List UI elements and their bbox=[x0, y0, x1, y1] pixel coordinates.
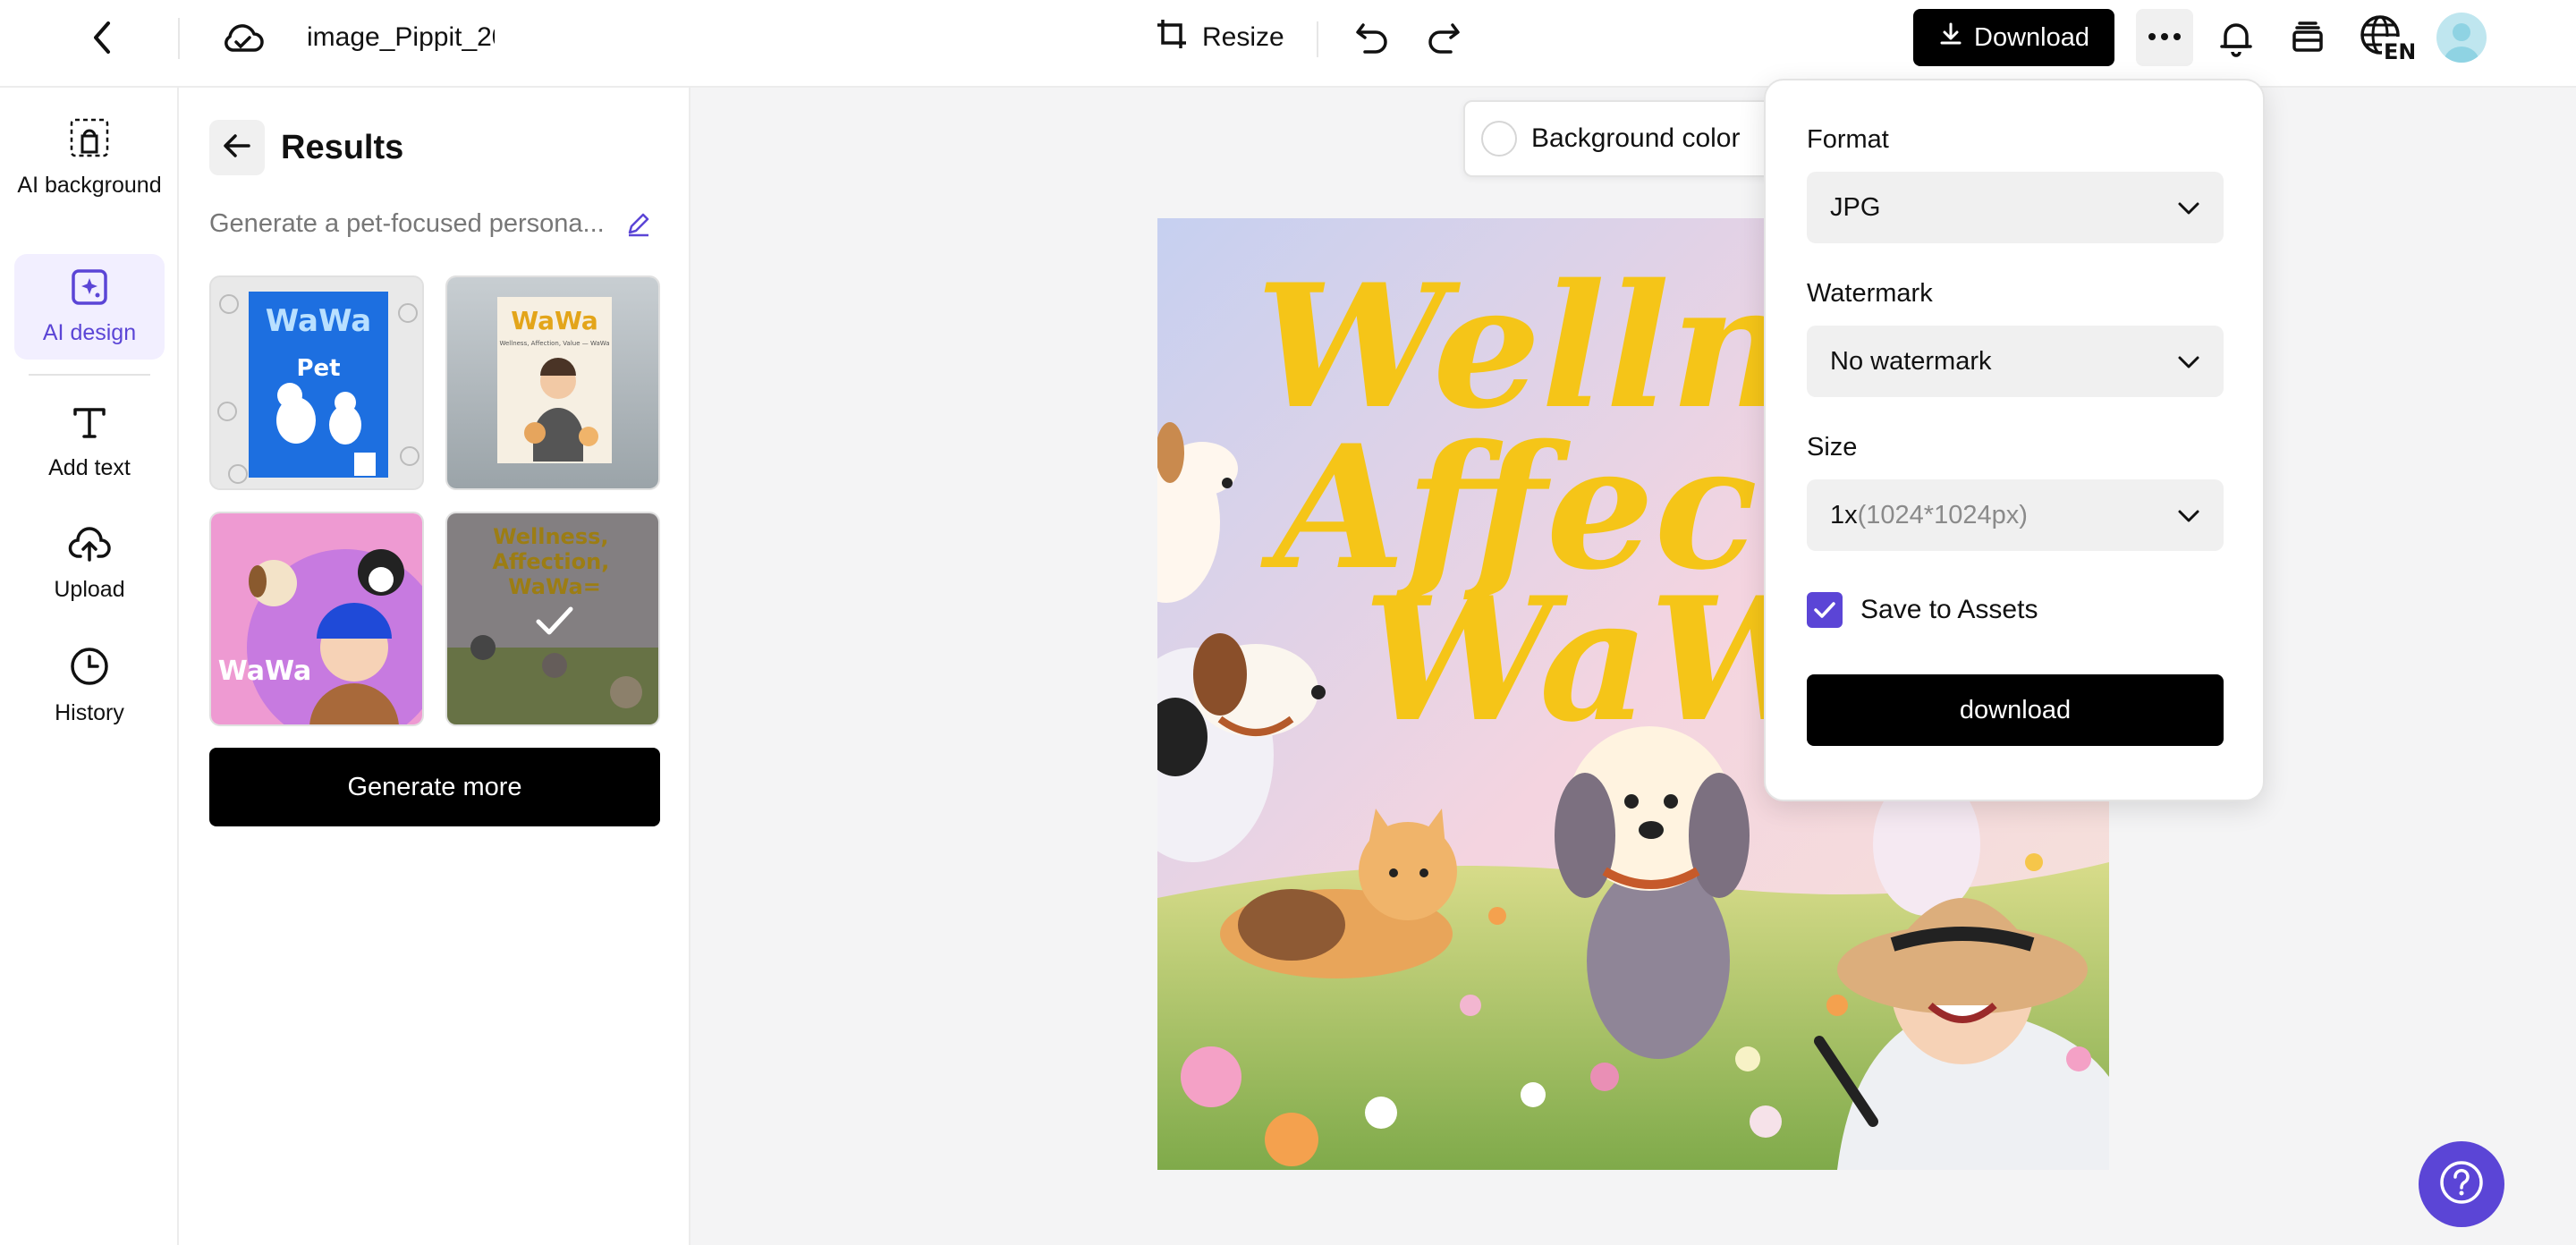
resize-button[interactable]: Resize bbox=[1154, 16, 1284, 59]
thumb-title: WaWa bbox=[218, 656, 312, 687]
results-title: Results bbox=[281, 129, 404, 166]
check-icon bbox=[533, 599, 576, 642]
result-thumbnail-selected[interactable]: Wellness, Affection, WaWa= bbox=[445, 512, 660, 726]
rail-item-add-text[interactable]: Add text bbox=[14, 402, 165, 482]
file-name[interactable]: image_Pippit_20 bbox=[307, 20, 495, 55]
generate-more-button[interactable]: Generate more bbox=[209, 748, 660, 826]
resize-label: Resize bbox=[1202, 22, 1284, 52]
size-detail: (1024*1024px) bbox=[1857, 500, 2028, 529]
rail-label: AI design bbox=[42, 319, 137, 345]
app-window: image_Pippit_20 Resize Download EN AI ba… bbox=[0, 0, 2576, 1245]
history-icon bbox=[69, 646, 110, 694]
rail-item-ai-background[interactable]: AI background bbox=[14, 116, 165, 199]
result-thumbnail[interactable]: WaWa bbox=[209, 512, 424, 726]
thumb-subtitle: Pet bbox=[296, 355, 340, 382]
layers-icon[interactable] bbox=[2286, 16, 2329, 59]
tool-rail: AI background AI design Add text Upload bbox=[0, 88, 179, 1245]
results-back-button[interactable] bbox=[209, 120, 265, 175]
download-label: Download bbox=[1974, 22, 2089, 52]
chevron-down-icon bbox=[2177, 193, 2200, 223]
format-select[interactable]: JPG bbox=[1807, 172, 2224, 243]
rail-item-upload[interactable]: Upload bbox=[14, 524, 165, 604]
size-select[interactable]: 1x(1024*1024px) bbox=[1807, 479, 2224, 551]
divider bbox=[178, 18, 180, 59]
thumb-title: WaWa bbox=[511, 306, 598, 335]
download-options-menu: Format JPG Watermark No watermark Size 1… bbox=[1764, 79, 2265, 801]
arrow-left-icon bbox=[222, 132, 252, 164]
top-bar: image_Pippit_20 Resize Download EN bbox=[0, 0, 2576, 88]
rail-label: Add text bbox=[48, 455, 131, 480]
ai-design-icon bbox=[70, 267, 109, 314]
more-icon bbox=[2147, 30, 2182, 46]
avatar[interactable] bbox=[2436, 13, 2487, 63]
background-color-label: Background color bbox=[1531, 123, 1741, 153]
back-icon[interactable] bbox=[82, 16, 122, 59]
thumb-subtitle: Wellness, Affection, Value — WaWa bbox=[499, 340, 609, 347]
rail-label: AI background bbox=[17, 173, 162, 198]
resize-icon bbox=[1154, 16, 1190, 59]
thumb-title: WaWa bbox=[266, 303, 371, 339]
size-label: Size bbox=[1807, 433, 1858, 462]
cloud-sync-icon[interactable] bbox=[218, 16, 267, 59]
watermark-value: No watermark bbox=[1830, 346, 1992, 376]
undo-icon[interactable] bbox=[1351, 16, 1394, 59]
save-to-assets-checkbox[interactable] bbox=[1807, 592, 1843, 628]
download-button[interactable]: Download bbox=[1913, 9, 2114, 66]
prompt-text: Generate a pet-focused persona... bbox=[209, 209, 603, 238]
upload-icon bbox=[68, 524, 111, 571]
ai-background-icon bbox=[68, 116, 111, 166]
rail-label: Upload bbox=[54, 577, 125, 602]
result-thumbnail[interactable]: WaWa Pet bbox=[209, 275, 424, 490]
language-code: EN bbox=[2384, 39, 2414, 62]
size-value: 1x bbox=[1830, 500, 1858, 529]
results-panel: Results Generate a pet-focused persona..… bbox=[179, 88, 691, 1245]
format-value: JPG bbox=[1830, 192, 1881, 222]
watermark-label: Watermark bbox=[1807, 279, 1933, 308]
help-icon bbox=[2438, 1159, 2485, 1210]
format-label: Format bbox=[1807, 125, 1889, 154]
bell-icon[interactable] bbox=[2215, 16, 2258, 59]
chevron-down-icon bbox=[2177, 347, 2200, 377]
save-to-assets-row[interactable]: Save to Assets bbox=[1807, 592, 2038, 628]
edit-prompt-icon[interactable] bbox=[623, 208, 655, 240]
help-button[interactable] bbox=[2419, 1141, 2504, 1227]
rail-divider bbox=[29, 374, 150, 376]
download-icon bbox=[1938, 21, 1963, 54]
size-value-group: 1x(1024*1024px) bbox=[1830, 501, 2028, 530]
text-icon bbox=[70, 402, 109, 449]
watermark-select[interactable]: No watermark bbox=[1807, 326, 2224, 397]
confirm-download-button[interactable]: download bbox=[1807, 674, 2224, 746]
language-icon[interactable]: EN bbox=[2358, 13, 2415, 63]
redo-icon[interactable] bbox=[1422, 16, 1465, 59]
rail-label: History bbox=[55, 700, 124, 725]
more-options-button[interactable] bbox=[2136, 9, 2193, 66]
result-thumbnail[interactable]: WaWa Wellness, Affection, Value — WaWa bbox=[445, 275, 660, 490]
rail-item-ai-design[interactable]: AI design bbox=[14, 254, 165, 360]
chevron-down-icon bbox=[2177, 501, 2200, 530]
rail-item-history[interactable]: History bbox=[14, 646, 165, 727]
divider bbox=[1317, 21, 1318, 57]
color-swatch bbox=[1481, 121, 1517, 157]
save-to-assets-label: Save to Assets bbox=[1860, 595, 2038, 624]
